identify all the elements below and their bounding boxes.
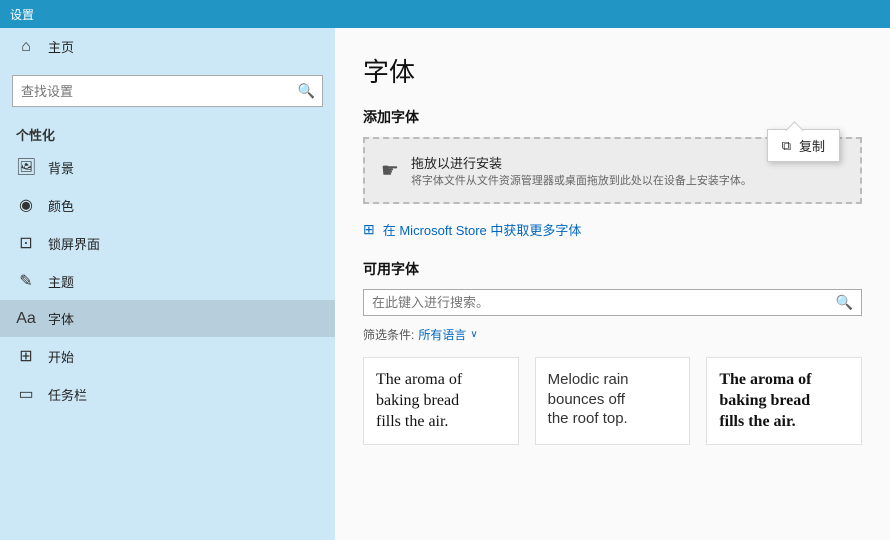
filter-row: 筛选条件: 所有语言 ∨ [363, 326, 862, 343]
sidebar-search-icon: 🔍 [298, 83, 315, 100]
sidebar-item-color[interactable]: ◉ 颜色 [0, 186, 335, 224]
taskbar-icon: ▭ [16, 384, 36, 404]
font-card-2[interactable]: The aroma ofbaking breadfills the air. [706, 357, 862, 445]
drop-zone-icon: ☛ [381, 158, 399, 183]
font-icon: Aa [16, 310, 36, 328]
font-card-0[interactable]: The aroma ofbaking breadfills the air. [363, 357, 519, 445]
title-bar-label: 设置 [10, 6, 34, 23]
add-fonts-section-title: 添加字体 [363, 107, 862, 127]
sidebar-section-label: 个性化 [0, 117, 335, 148]
font-search-input[interactable] [372, 295, 828, 310]
start-icon: ⊞ [16, 346, 36, 366]
sidebar-item-lockscreen-label: 锁屏界面 [48, 234, 100, 253]
sidebar-search-input[interactable] [12, 75, 323, 107]
main-layout: ⌂ 主页 🔍 个性化 🖼 背景 ◉ 颜色 ⊡ 锁屏界面 ✎ 主题 Aa [0, 28, 890, 540]
filter-label: 筛选条件: [363, 326, 414, 343]
sidebar-item-lockscreen[interactable]: ⊡ 锁屏界面 [0, 224, 335, 262]
tooltip-popup: ⧉ 复制 [767, 129, 840, 162]
store-link-label: 在 Microsoft Store 中获取更多字体 [383, 220, 582, 239]
font-previews: The aroma ofbaking breadfills the air. M… [363, 357, 862, 445]
store-icon: ⊞ [363, 221, 375, 238]
font-preview-text-2: The aroma ofbaking breadfills the air. [719, 370, 849, 432]
drop-zone[interactable]: ☛ 拖放以进行安装 将字体文件从文件资源管理器或桌面拖放到此处以在设备上安装字体… [363, 137, 862, 204]
sidebar-item-home-label: 主页 [48, 37, 74, 56]
color-icon: ◉ [16, 195, 36, 215]
font-card-1[interactable]: Melodic rainbounces offthe roof top. [535, 357, 691, 445]
tooltip-copy-label: 复制 [799, 136, 825, 155]
filter-value[interactable]: 所有语言 [418, 326, 466, 343]
sidebar-item-color-label: 颜色 [48, 196, 74, 215]
sidebar-item-theme[interactable]: ✎ 主题 [0, 262, 335, 300]
sidebar-item-start[interactable]: ⊞ 开始 [0, 337, 335, 375]
sidebar-item-home[interactable]: ⌂ 主页 [0, 28, 335, 65]
home-icon: ⌂ [16, 38, 36, 56]
store-link[interactable]: ⊞ 在 Microsoft Store 中获取更多字体 [363, 220, 862, 239]
font-preview-text-1: Melodic rainbounces offthe roof top. [548, 370, 678, 429]
sidebar-item-background[interactable]: 🖼 背景 [0, 148, 335, 186]
sidebar: ⌂ 主页 🔍 个性化 🖼 背景 ◉ 颜色 ⊡ 锁屏界面 ✎ 主题 Aa [0, 28, 335, 540]
background-icon: 🖼 [16, 157, 36, 177]
drop-zone-secondary-text: 将字体文件从文件资源管理器或桌面拖放到此处以在设备上安装字体。 [411, 172, 752, 188]
drop-zone-text: 拖放以进行安装 将字体文件从文件资源管理器或桌面拖放到此处以在设备上安装字体。 [411, 153, 752, 188]
lockscreen-icon: ⊡ [16, 233, 36, 253]
font-search-bar: 🔍 [363, 289, 862, 316]
theme-icon: ✎ [16, 271, 36, 291]
sidebar-item-start-label: 开始 [48, 347, 74, 366]
font-preview-text-0: The aroma ofbaking breadfills the air. [376, 370, 506, 432]
content-area: 字体 添加字体 ☛ 拖放以进行安装 将字体文件从文件资源管理器或桌面拖放到此处以… [335, 28, 890, 540]
title-bar: 设置 [0, 0, 890, 28]
sidebar-item-theme-label: 主题 [48, 272, 74, 291]
font-search-icon: 🔍 [836, 294, 853, 311]
page-title: 字体 [363, 52, 862, 89]
sidebar-item-font-label: 字体 [48, 309, 74, 328]
sidebar-search-container: 🔍 [12, 75, 323, 107]
sidebar-item-taskbar-label: 任务栏 [48, 385, 87, 404]
sidebar-item-background-label: 背景 [48, 158, 74, 177]
tooltip-copy-icon: ⧉ [782, 138, 791, 154]
sidebar-item-taskbar[interactable]: ▭ 任务栏 [0, 375, 335, 413]
sidebar-item-font[interactable]: Aa 字体 [0, 300, 335, 337]
filter-chevron-icon[interactable]: ∨ [470, 329, 477, 340]
drop-zone-primary-text: 拖放以进行安装 [411, 153, 752, 172]
available-fonts-title: 可用字体 [363, 259, 862, 279]
